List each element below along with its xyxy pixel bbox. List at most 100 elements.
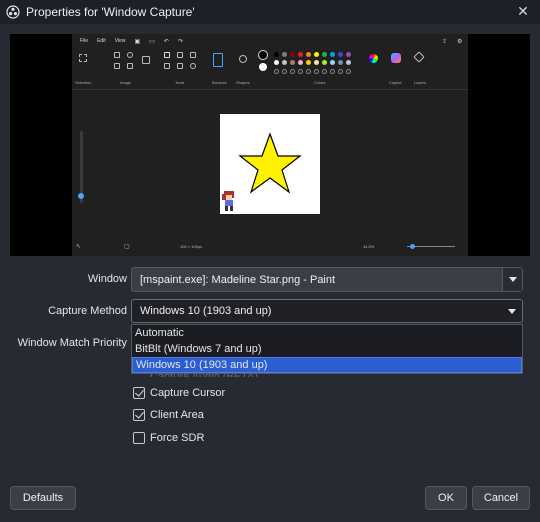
paint-rotate-icon	[127, 52, 133, 58]
paint-magnifier-icon	[190, 63, 196, 69]
capture-method-option-windows10[interactable]: Windows 10 (1903 and up)	[132, 357, 522, 373]
paint-palette-empty-slot	[290, 69, 295, 74]
client-area-checkbox[interactable]	[133, 409, 145, 421]
window-title: Properties for 'Window Capture'	[26, 5, 195, 19]
paint-palette-swatch	[322, 60, 327, 65]
capture-cursor-checkbox[interactable]	[133, 387, 145, 399]
paint-workspace	[72, 91, 468, 236]
close-icon[interactable]: ✕	[514, 3, 532, 21]
window-select[interactable]: [mspaint.exe]: Madeline Star.png - Paint	[131, 267, 523, 292]
client-area-row[interactable]: Client Area	[133, 409, 204, 421]
force-sdr-label: Force SDR	[150, 432, 205, 444]
capture-method-value: Windows 10 (1903 and up)	[140, 305, 272, 317]
paint-palette-empty-slot	[298, 69, 303, 74]
force-sdr-checkbox[interactable]	[133, 432, 145, 444]
paint-primary-color	[258, 50, 268, 60]
paint-brush-icon	[213, 53, 223, 67]
paint-palette-swatch	[282, 52, 287, 57]
paint-palette-empty-slot	[282, 69, 287, 74]
paint-palette-swatch	[306, 52, 311, 57]
paint-zoom-value: 44.5%	[363, 244, 375, 249]
chevron-down-icon[interactable]	[502, 268, 522, 291]
paint-group-layers: Layers	[414, 80, 427, 85]
paint-canvas-size: 100 × 100px	[180, 244, 203, 249]
window-label: Window	[87, 273, 127, 285]
paint-palette-empty-slot	[274, 69, 279, 74]
paint-palette-swatch	[274, 52, 279, 57]
paint-palette-swatch	[306, 60, 311, 65]
paint-zoom-knob	[410, 244, 415, 249]
paint-palette-swatch	[338, 60, 343, 65]
paint-text-icon	[190, 52, 196, 58]
window-match-priority-label: Window Match Priority	[17, 337, 127, 349]
paint-open-icon: ▭	[149, 38, 155, 45]
paint-eraser-icon	[164, 63, 170, 69]
paint-group-image: Image	[120, 80, 132, 85]
paint-zoom-slider-knob	[78, 193, 84, 199]
paint-flip-icon	[127, 63, 133, 69]
capture-method-option-automatic[interactable]: Automatic	[132, 325, 522, 341]
paint-save-icon: ▣	[134, 38, 141, 45]
paint-palette-empty-slot	[322, 69, 327, 74]
paint-picker-icon	[177, 63, 183, 69]
paint-palette-swatch	[346, 60, 351, 65]
paint-menu-edit: Edit	[97, 38, 106, 44]
paint-statusbar: ↖ ▢ 100 × 100px 44.5%	[72, 237, 468, 256]
paint-palette-swatch	[282, 60, 287, 65]
defaults-button[interactable]: Defaults	[10, 486, 76, 510]
paint-palette-swatch	[346, 52, 351, 57]
paint-layers-icon	[413, 51, 425, 63]
paint-redo-icon: ↷	[177, 38, 183, 45]
paint-shapes-icon	[239, 55, 247, 63]
paint-palette-swatch	[298, 60, 303, 65]
paint-share-icon: ⇪	[442, 39, 448, 45]
paint-settings-icon: ⚙	[457, 39, 463, 45]
capture-method-dropdown-list[interactable]: Automatic BitBlt (Windows 7 and up) Wind…	[131, 324, 523, 374]
paint-palette-empty-slot	[314, 69, 319, 74]
capture-cursor-label: Capture Cursor	[150, 387, 226, 399]
paint-group-colors: Colors	[314, 80, 326, 85]
paint-fill-icon	[177, 52, 183, 58]
madeline-sprite-icon	[222, 191, 234, 211]
paint-palette-empty-slot	[330, 69, 335, 74]
title-bar: Properties for 'Window Capture' ✕	[0, 0, 540, 24]
paint-pointer-icon: ↖	[76, 244, 82, 250]
capture-cursor-row[interactable]: Capture Cursor	[133, 387, 225, 399]
paint-pencil-icon	[164, 52, 170, 58]
paint-resize-icon	[114, 63, 120, 69]
capture-method-option-bitblt[interactable]: BitBlt (Windows 7 and up)	[132, 341, 522, 357]
obs-logo-icon	[6, 5, 20, 19]
paint-secondary-color	[259, 63, 267, 71]
capture-preview: File Edit View ▣ ▭ ↶ ↷ ⇪ ⚙ Selection Ima…	[10, 34, 530, 256]
ok-button[interactable]: OK	[425, 486, 467, 510]
paint-palette-swatch	[290, 52, 295, 57]
force-sdr-row[interactable]: Force SDR	[133, 432, 204, 444]
capture-method-label: Capture Method	[48, 305, 127, 317]
paint-select-icon	[79, 54, 87, 62]
cancel-button[interactable]: Cancel	[472, 486, 530, 510]
paint-group-copilot: Copilot	[389, 80, 402, 85]
capture-method-select[interactable]: Windows 10 (1903 and up)	[131, 299, 523, 323]
paint-palette-swatch	[274, 60, 279, 65]
paint-palette-empty-slot	[306, 69, 311, 74]
paint-menubar: File Edit View ▣ ▭ ↶ ↷	[72, 34, 468, 48]
paint-palette-empty-slot	[338, 69, 343, 74]
paint-menu-view: View	[114, 38, 126, 44]
paint-palette-swatch	[290, 60, 295, 65]
paint-palette-swatch	[322, 52, 327, 57]
client-area-label: Client Area	[150, 409, 204, 421]
chevron-down-icon[interactable]	[502, 300, 522, 322]
paint-palette-swatch	[338, 52, 343, 57]
paint-palette-empty-slot	[346, 69, 351, 74]
paint-ribbon: Selection Image Tools Brushes Shapes Col…	[72, 48, 468, 90]
paint-palette-swatch	[330, 60, 335, 65]
paint-crop-icon	[114, 52, 120, 58]
paint-window-preview: File Edit View ▣ ▭ ↶ ↷ ⇪ ⚙ Selection Ima…	[72, 34, 468, 256]
window-select-value: [mspaint.exe]: Madeline Star.png - Paint	[140, 273, 336, 286]
paint-palette-swatch	[330, 52, 335, 57]
paint-palette-swatch	[314, 60, 319, 65]
paint-image-icon	[142, 56, 150, 64]
paint-palette-swatch	[314, 52, 319, 57]
paint-group-brushes: Brushes	[212, 80, 227, 85]
paint-group-shapes: Shapes	[236, 80, 250, 85]
